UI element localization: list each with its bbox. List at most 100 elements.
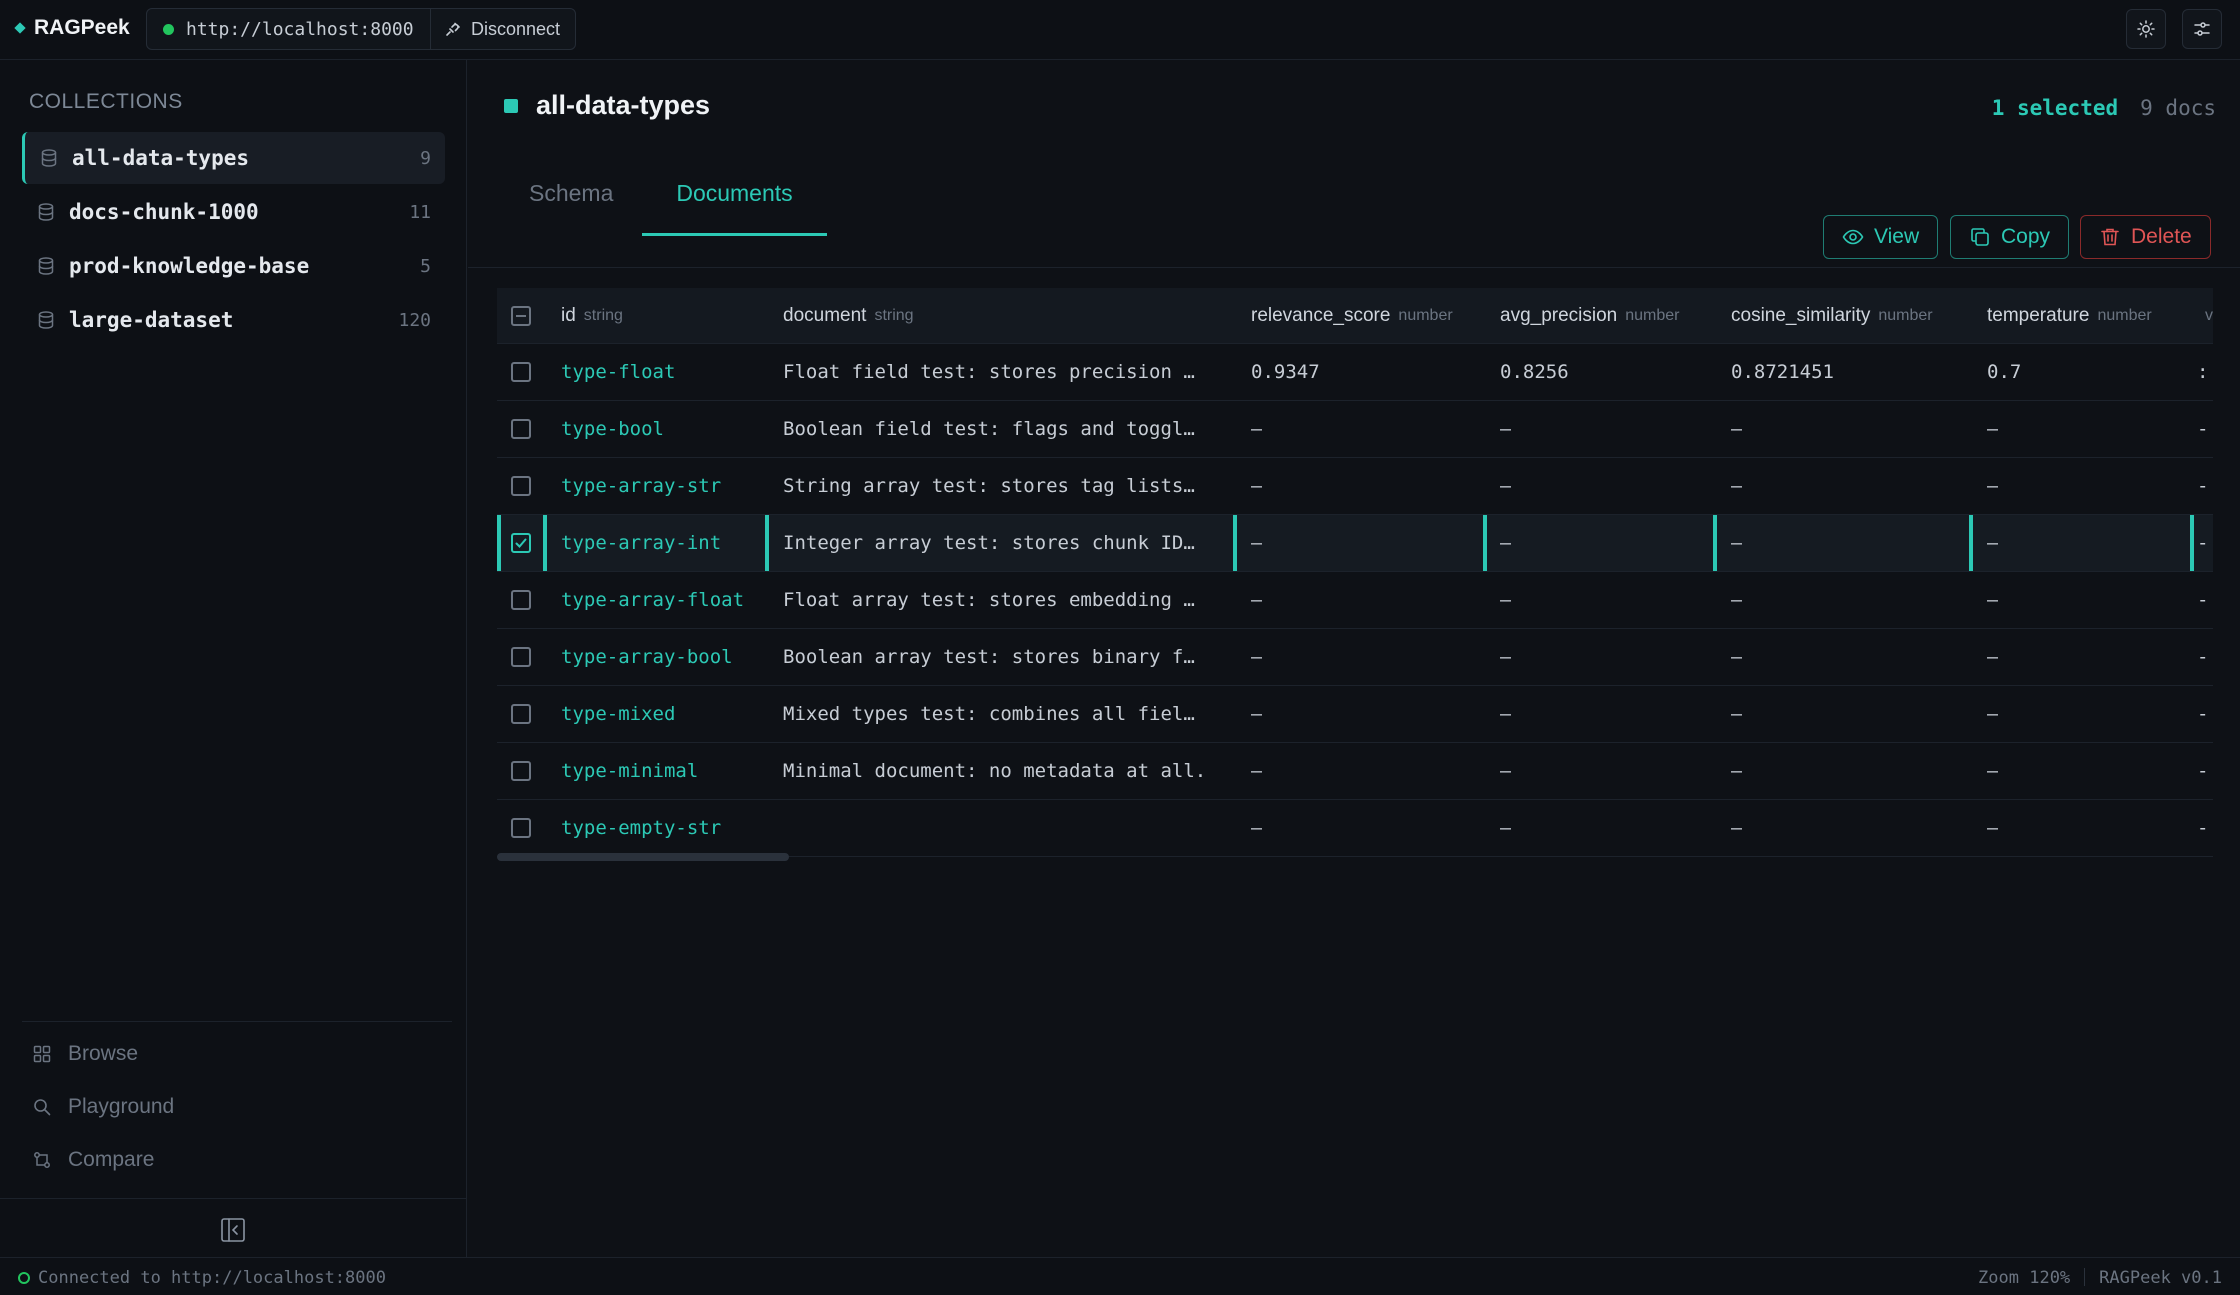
cell-id[interactable]: type-minimal <box>561 743 698 799</box>
cell-cosine-similarity: – <box>1731 646 1743 668</box>
app-version: RAGPeek v0.1 <box>2099 1268 2222 1288</box>
selection-summary: 1 selected 9 docs <box>1992 96 2216 120</box>
settings-button[interactable] <box>2182 9 2222 49</box>
nav-label: Compare <box>68 1148 155 1171</box>
column-header-temperature[interactable]: temperature number <box>1987 288 2152 343</box>
select-all-checkbox[interactable] <box>511 288 531 343</box>
horizontal-scrollbar[interactable] <box>497 853 789 861</box>
checkbox-icon <box>511 704 531 724</box>
cell-truncated: - <box>2197 760 2209 782</box>
collection-name: docs-chunk-1000 <box>69 200 259 224</box>
column-header-document[interactable]: document string <box>783 288 914 343</box>
collapse-sidebar-button[interactable] <box>220 1217 246 1248</box>
zoom-level: Zoom 120% <box>1978 1268 2071 1288</box>
row-checkbox[interactable] <box>511 515 531 571</box>
cell-truncated: - <box>2197 418 2209 440</box>
docs-count: 9 docs <box>2140 96 2216 120</box>
table-row[interactable]: type-array-float Float array test: stores… <box>497 572 2213 629</box>
delete-button[interactable]: Delete <box>2080 215 2211 259</box>
nav-browse[interactable]: Browse <box>32 1042 138 1066</box>
row-checkbox[interactable] <box>511 686 531 742</box>
connection-pill: http://localhost:8000 Disconnect <box>146 8 576 50</box>
row-checkbox[interactable] <box>511 458 531 514</box>
column-header-id[interactable]: id string <box>561 288 623 343</box>
cell-document: Boolean array test: stores binary f… <box>783 646 1195 668</box>
cell-document: String array test: stores tag lists… <box>783 475 1195 497</box>
database-icon <box>38 203 54 221</box>
view-button[interactable]: View <box>1823 215 1939 259</box>
cell-id[interactable]: type-array-float <box>561 572 744 628</box>
collection-name: all-data-types <box>72 146 250 170</box>
collection-item-docs-chunk-1000[interactable]: docs-chunk-1000 11 <box>22 186 445 238</box>
checkbox-checked-icon <box>511 533 531 553</box>
cell-id[interactable]: type-bool <box>561 401 664 457</box>
row-checkbox[interactable] <box>511 743 531 799</box>
cell-temperature: – <box>1987 475 1999 497</box>
cell-temperature: – <box>1987 532 1999 554</box>
checkbox-icon <box>511 761 531 781</box>
table-row[interactable]: type-float Float field test: stores preci… <box>497 344 2213 401</box>
selection-highlight-bar <box>497 515 501 571</box>
cell-truncated: - <box>2197 646 2209 668</box>
app-logo[interactable]: RAGPeek <box>14 16 130 40</box>
trash-icon <box>2101 228 2119 246</box>
table-row[interactable]: type-array-str String array test: stores … <box>497 458 2213 515</box>
cell-document: Minimal document: no metadata at all. <box>783 760 1207 782</box>
cell-id[interactable]: type-empty-str <box>561 800 721 856</box>
logo-diamond-icon <box>14 22 26 34</box>
cell-avg-precision: – <box>1500 646 1512 668</box>
tab-schema[interactable]: Schema <box>529 180 613 236</box>
table-row[interactable]: type-array-int Integer array test: stores… <box>497 515 2213 572</box>
cell-temperature: – <box>1987 817 1999 839</box>
checkbox-icon <box>511 419 531 439</box>
database-icon <box>38 257 54 275</box>
view-label: View <box>1874 225 1920 248</box>
checkbox-indeterminate-icon <box>511 305 531 326</box>
theme-toggle-button[interactable] <box>2126 9 2166 49</box>
row-checkbox[interactable] <box>511 629 531 685</box>
nav-compare[interactable]: Compare <box>32 1148 154 1172</box>
column-header-cosine-similarity[interactable]: cosine_similarity number <box>1731 288 1933 343</box>
collection-item-all-data-types[interactable]: all-data-types 9 <box>22 132 445 184</box>
grid-icon <box>33 1045 51 1063</box>
cell-relevance-score: – <box>1251 646 1263 668</box>
table-row[interactable]: type-empty-str – – – – - <box>497 800 2213 857</box>
cell-cosine-similarity: – <box>1731 475 1743 497</box>
cell-truncated: - <box>2197 817 2209 839</box>
selected-count: 1 selected <box>1991 96 2119 120</box>
cell-cosine-similarity: 0.8721451 <box>1731 361 1834 383</box>
tab-documents[interactable]: Documents <box>642 180 827 236</box>
copy-button[interactable]: Copy <box>1950 215 2070 259</box>
cell-id[interactable]: type-array-str <box>561 458 721 514</box>
collection-item-prod-knowledge-base[interactable]: prod-knowledge-base 5 <box>22 240 445 292</box>
row-checkbox[interactable] <box>511 800 531 856</box>
cell-truncated: - <box>2197 475 2209 497</box>
column-name: relevance_score <box>1251 304 1391 326</box>
sun-icon <box>2137 20 2155 38</box>
row-checkbox[interactable] <box>511 572 531 628</box>
table-row[interactable]: type-mixed Mixed types test: combines all… <box>497 686 2213 743</box>
collection-item-large-dataset[interactable]: large-dataset 120 <box>22 294 445 346</box>
table-row[interactable]: type-minimal Minimal document: no metadat… <box>497 743 2213 800</box>
column-header-relevance-score[interactable]: relevance_score number <box>1251 288 1453 343</box>
table-row[interactable]: type-bool Boolean field test: flags and t… <box>497 401 2213 458</box>
disconnect-button[interactable]: Disconnect <box>431 19 560 40</box>
cell-avg-precision: – <box>1500 418 1512 440</box>
cell-id[interactable]: type-mixed <box>561 686 675 742</box>
cell-temperature: – <box>1987 703 1999 725</box>
documents-table: id string document string relevance_score n… <box>497 288 2213 857</box>
column-header-avg-precision[interactable]: avg_precision number <box>1500 288 1680 343</box>
column-type: string <box>583 306 623 324</box>
cell-id[interactable]: type-array-int <box>561 515 721 571</box>
row-checkbox[interactable] <box>511 344 531 400</box>
divider <box>2084 1268 2086 1286</box>
column-type: string <box>874 306 914 324</box>
cell-id[interactable]: type-float <box>561 344 675 400</box>
panel-collapse-icon <box>221 1218 245 1242</box>
cell-avg-precision: – <box>1500 532 1512 554</box>
row-checkbox[interactable] <box>511 401 531 457</box>
cell-cosine-similarity: – <box>1731 532 1743 554</box>
nav-playground[interactable]: Playground <box>32 1095 174 1119</box>
table-row[interactable]: type-array-bool Boolean array test: store… <box>497 629 2213 686</box>
cell-id[interactable]: type-array-bool <box>561 629 733 685</box>
